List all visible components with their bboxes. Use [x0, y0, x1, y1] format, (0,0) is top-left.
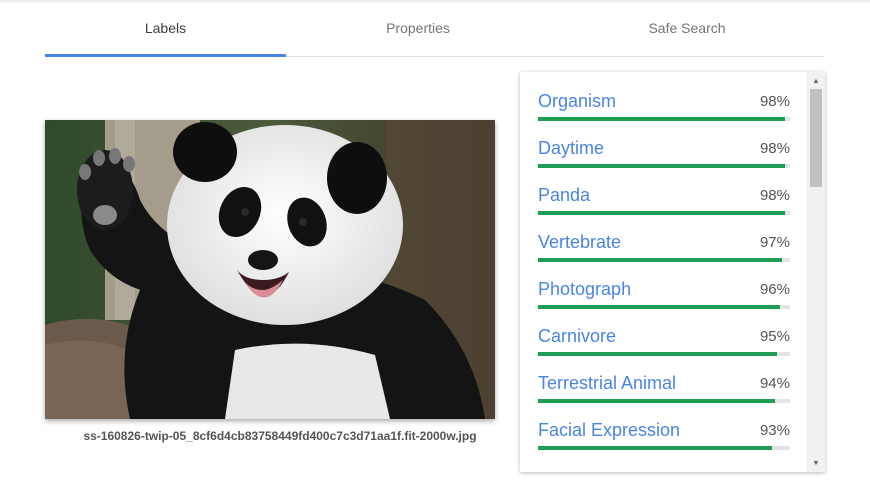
tab-properties[interactable]: Properties [286, 0, 550, 56]
label-score: 93% [759, 422, 790, 439]
label-name: Organism [538, 91, 617, 111]
arrow-down-icon[interactable]: ▼ [807, 456, 825, 470]
tab-labels-label: Labels [144, 20, 187, 36]
label-score: 96% [759, 281, 790, 298]
labels-scrollbar[interactable]: ▲ ▼ [807, 72, 825, 472]
label-item-panda: Panda 98% [538, 166, 790, 215]
tab-properties-label: Properties [386, 20, 450, 36]
labels-list[interactable]: Organism 98% Daytime 98% Panda 98% Verte… [520, 72, 825, 472]
tab-bar: Labels Properties Safe Search [45, 0, 824, 57]
label-name: Daytime [538, 138, 605, 158]
scrollbar-thumb[interactable] [810, 89, 822, 187]
label-name: Carnivore [538, 326, 617, 346]
label-item-photograph: Photograph 96% [538, 260, 790, 309]
uploaded-image [45, 120, 495, 419]
label-item-carnivore: Carnivore 95% [538, 307, 790, 356]
label-score: 94% [759, 375, 790, 392]
label-score: 98% [759, 187, 790, 204]
confidence-bar-track [538, 446, 790, 450]
label-name: Terrestrial Animal [538, 373, 677, 393]
label-name: Photograph [538, 279, 632, 299]
label-item-organism: Organism 98% [538, 72, 790, 121]
confidence-bar-fill [538, 446, 773, 450]
label-name: Vertebrate [538, 232, 622, 252]
label-item-daytime: Daytime 98% [538, 119, 790, 168]
label-score: 98% [759, 140, 790, 157]
label-score: 98% [759, 93, 790, 110]
label-item-vertebrate: Vertebrate 97% [538, 213, 790, 262]
label-score: 95% [759, 328, 790, 345]
label-item-facial-expression: Facial Expression 93% [538, 401, 790, 450]
active-tab-indicator [45, 54, 286, 57]
label-name: Panda [538, 185, 591, 205]
label-score: 97% [759, 234, 790, 251]
tab-safe-search-label: Safe Search [648, 20, 726, 36]
image-filename: ss-160826-twip-05_8cf6d4cb83758449fd400c… [83, 429, 477, 443]
label-name: Facial Expression [538, 420, 681, 440]
panda-photo [45, 120, 495, 419]
label-item-terrestrial-animal: Terrestrial Animal 94% [538, 354, 790, 403]
tab-labels[interactable]: Labels [45, 0, 286, 57]
tab-safe-search[interactable]: Safe Search [550, 0, 824, 56]
arrow-up-icon[interactable]: ▲ [807, 74, 825, 88]
